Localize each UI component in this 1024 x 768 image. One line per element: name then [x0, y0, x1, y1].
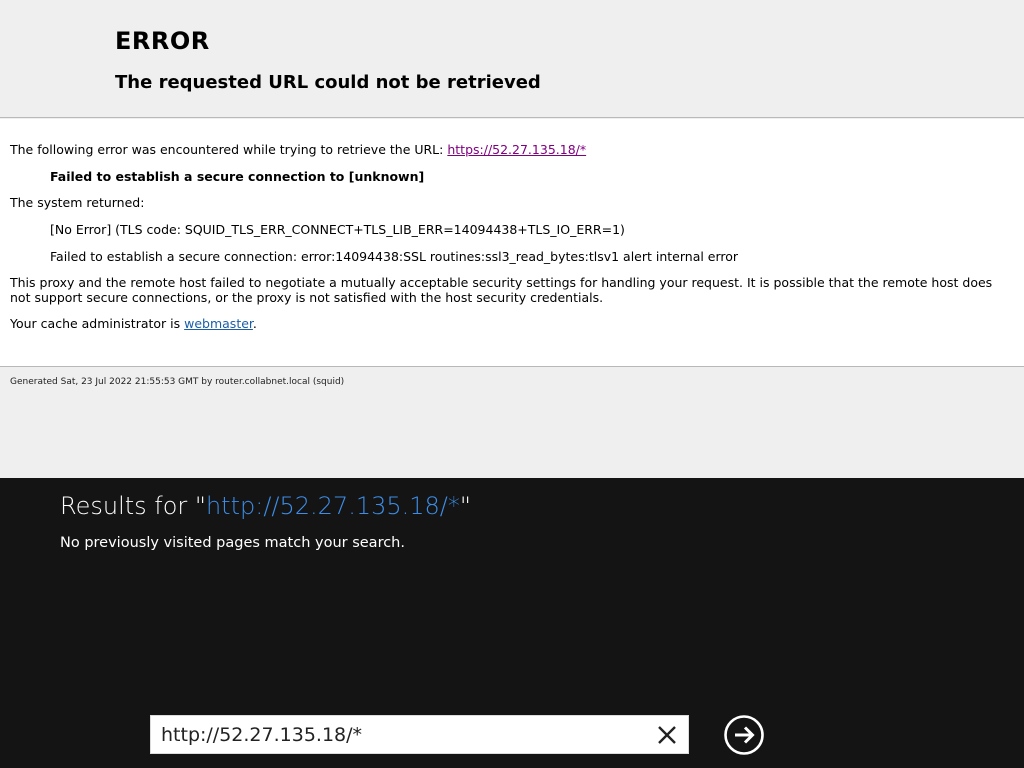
address-input[interactable] [161, 716, 641, 753]
error-page: ERROR The requested URL could not be ret… [0, 0, 1024, 478]
results-heading: Results for "http://52.27.135.18/*" [60, 492, 471, 520]
admin-text: Your cache administrator is [10, 316, 185, 331]
close-icon [658, 726, 676, 744]
ssl-error: Failed to establish a secure connection:… [50, 249, 739, 264]
no-results-message: No previously visited pages match your s… [60, 535, 405, 551]
error-description: This proxy and the remote host failed to… [10, 275, 993, 305]
webmaster-link[interactable]: webmaster [184, 316, 253, 331]
results-query: http://52.27.135.18/* [205, 492, 460, 520]
error-header: ERROR The requested URL could not be ret… [0, 0, 1024, 118]
arrow-right-circle-icon [724, 715, 764, 755]
failure-message: Failed to establish a secure connection … [50, 169, 425, 184]
clear-button[interactable] [652, 720, 682, 750]
go-button[interactable] [723, 714, 765, 756]
system-returned-label: The system returned: [10, 195, 145, 210]
intro-paragraph: The following error was encountered whil… [10, 142, 586, 157]
error-content: The following error was encountered whil… [0, 119, 1024, 367]
generated-footer: Generated Sat, 23 Jul 2022 21:55:53 GMT … [10, 377, 345, 387]
results-prefix: Results for " [60, 492, 206, 520]
intro-text: The following error was encountered whil… [10, 142, 448, 157]
tls-code: [No Error] (TLS code: SQUID_TLS_ERR_CONN… [50, 222, 625, 237]
error-subtitle: The requested URL could not be retrieved [115, 72, 541, 93]
admin-suffix: . [252, 316, 257, 331]
results-suffix: " [459, 492, 471, 520]
address-bar[interactable] [150, 715, 689, 754]
admin-paragraph: Your cache administrator is webmaster. [10, 316, 257, 331]
search-results-panel: Results for "http://52.27.135.18/*" No p… [0, 478, 1024, 768]
requested-url-link[interactable]: https://52.27.135.18/* [447, 142, 586, 157]
error-title: ERROR [115, 27, 210, 55]
